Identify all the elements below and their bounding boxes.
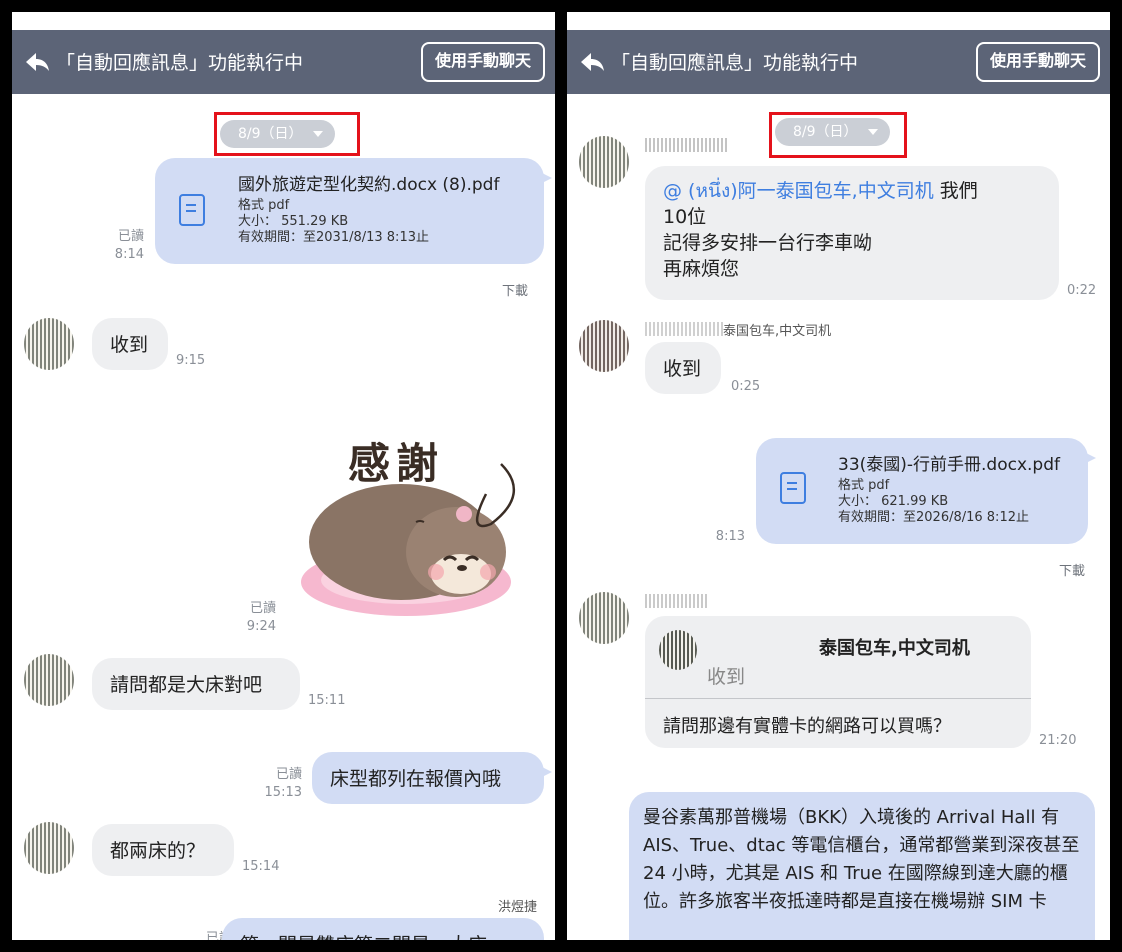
auto-reply-message[interactable]: 曼谷素萬那普機場（BKK）入境後的 Arrival Hall 有 AIS、Tru… xyxy=(629,792,1095,940)
file-size: 大小： 621.99 KB xyxy=(838,494,949,509)
chat-header: 「自動回應訊息」功能執行中 使用手動聊天 xyxy=(567,30,1110,94)
avatar[interactable] xyxy=(579,320,629,372)
message-text: 第一間是雙床第二間是一大床 xyxy=(240,932,487,940)
message-text: 收到 xyxy=(110,334,149,356)
read-receipt: 已讀 xyxy=(117,229,144,244)
avatar[interactable] xyxy=(24,318,74,370)
read-receipt: 已讀 xyxy=(275,767,302,782)
file-expiry: 有效期間：至2026/8/16 8:12止 xyxy=(838,510,1029,525)
message-text: 收到 xyxy=(663,358,702,380)
avatar[interactable] xyxy=(24,822,74,874)
document-icon xyxy=(780,472,806,504)
timestamp: 8:14 xyxy=(114,247,144,262)
highlight-box xyxy=(214,112,360,156)
message-bubble[interactable]: @ (หนึ่ง)阿一泰国包车,中文司机 我們 10位 記得多安排一台行李車呦 … xyxy=(645,166,1059,300)
message-text: 曼谷素萬那普機場（BKK）入境後的 Arrival Hall 有 AIS、Tru… xyxy=(643,807,1086,912)
sender-tag: 洪煜捷 xyxy=(498,900,538,915)
chat-panel-left: 「自動回應訊息」功能執行中 使用手動聊天 8/9（日） 國外旅遊定型化契約.do… xyxy=(12,12,555,940)
sticker-message[interactable]: 感謝 xyxy=(296,422,536,632)
file-name: 國外旅遊定型化契約.docx (8).pdf xyxy=(238,175,500,195)
file-message[interactable]: 國外旅遊定型化契約.docx (8).pdf 格式 pdf 大小： 551.29… xyxy=(155,158,552,264)
message-text: 都兩床的？ xyxy=(110,840,206,862)
message-meta: 已讀 8:14 xyxy=(100,228,144,264)
sticker-text: 感謝 xyxy=(348,439,445,488)
avatar[interactable] xyxy=(579,136,629,188)
timestamp: 9:24 xyxy=(246,619,276,634)
message-meta: 已讀 9:24 xyxy=(236,600,276,636)
back-arrow-icon[interactable] xyxy=(579,50,605,74)
message-bubble[interactable]: 都兩床的？ xyxy=(92,824,234,876)
sender-name xyxy=(645,138,727,152)
message-bubble[interactable]: 收到 xyxy=(645,342,721,394)
timestamp: 15:11 xyxy=(308,693,346,708)
timestamp: 15:14 xyxy=(242,859,280,874)
file-format: 格式 pdf xyxy=(838,478,890,493)
mention-link[interactable]: @ (หนึ่ง)阿一泰国包车,中文司机 xyxy=(663,180,934,202)
document-icon xyxy=(179,194,205,226)
quoted-avatar xyxy=(659,630,697,670)
file-expiry: 有效期間：至2031/8/13 8:13止 xyxy=(238,230,429,245)
message-text-cont: 10位 記得多安排一台行李車呦 再麻煩您 xyxy=(663,206,873,280)
message-bubble[interactable]: 床型都列在報價內哦 xyxy=(312,752,552,804)
auto-reply-status-title: 「自動回應訊息」功能執行中 xyxy=(611,52,859,74)
timestamp: 8:13 xyxy=(715,529,745,544)
file-message[interactable]: 33(泰國)-行前手冊.docx.pdf 格式 pdf 大小： 621.99 K… xyxy=(756,438,1096,544)
highlight-box xyxy=(769,112,907,158)
message-bubble[interactable]: 收到 xyxy=(92,318,168,370)
auto-reply-status-title: 「自動回應訊息」功能執行中 xyxy=(56,52,304,74)
back-arrow-icon[interactable] xyxy=(24,50,50,74)
file-format: 格式 pdf xyxy=(238,198,290,213)
divider xyxy=(645,698,1031,699)
timestamp: 0:25 xyxy=(731,379,761,394)
sender-name-redacted xyxy=(645,594,707,608)
timestamp: 0:22 xyxy=(1067,283,1097,298)
chat-header: 「自動回應訊息」功能執行中 使用手動聊天 xyxy=(12,30,555,94)
timestamp: 9:15 xyxy=(176,353,206,368)
message-bubble[interactable]: 第一間是雙床第二間是一大床 xyxy=(222,918,544,940)
quoted-text: 收到 xyxy=(707,666,746,688)
quoted-sender: 泰国包车,中文司机 xyxy=(819,638,970,659)
file-size: 大小： 551.29 KB xyxy=(238,214,349,229)
avatar[interactable] xyxy=(579,592,629,644)
message-meta: 已讀 15:13 xyxy=(258,766,302,802)
sender-name: 泰国包车,中文司机 xyxy=(723,324,832,339)
chat-panel-right: 「自動回應訊息」功能執行中 使用手動聊天 8/9（日） @ (หนึ่ง)阿一泰… xyxy=(567,12,1110,940)
quote-reply-message[interactable]: 泰国包车,中文司机 收到 請問那邊有實體卡的網路可以買嗎？ xyxy=(645,616,1031,748)
message-bubble[interactable]: 請問都是大床對吧 xyxy=(92,658,300,710)
message-text: 床型都列在報價內哦 xyxy=(330,768,502,790)
download-link[interactable]: 下載 xyxy=(502,280,528,299)
reply-text: 請問那邊有實體卡的網路可以買嗎？ xyxy=(663,716,951,737)
download-link[interactable]: 下載 xyxy=(1059,560,1085,579)
message-text: @ (หนึ่ง)阿一泰国包车,中文司机 我們 xyxy=(663,180,978,202)
sender-name-redacted xyxy=(645,322,725,336)
avatar[interactable] xyxy=(24,654,74,706)
file-name: 33(泰國)-行前手冊.docx.pdf xyxy=(838,455,1061,475)
read-receipt: 已讀 xyxy=(249,601,276,616)
manual-chat-button[interactable]: 使用手動聊天 xyxy=(975,42,1100,82)
timestamp: 21:20 xyxy=(1039,733,1077,748)
timestamp: 15:13 xyxy=(264,785,302,800)
message-text: 請問都是大床對吧 xyxy=(110,674,263,696)
manual-chat-button[interactable]: 使用手動聊天 xyxy=(420,42,545,82)
